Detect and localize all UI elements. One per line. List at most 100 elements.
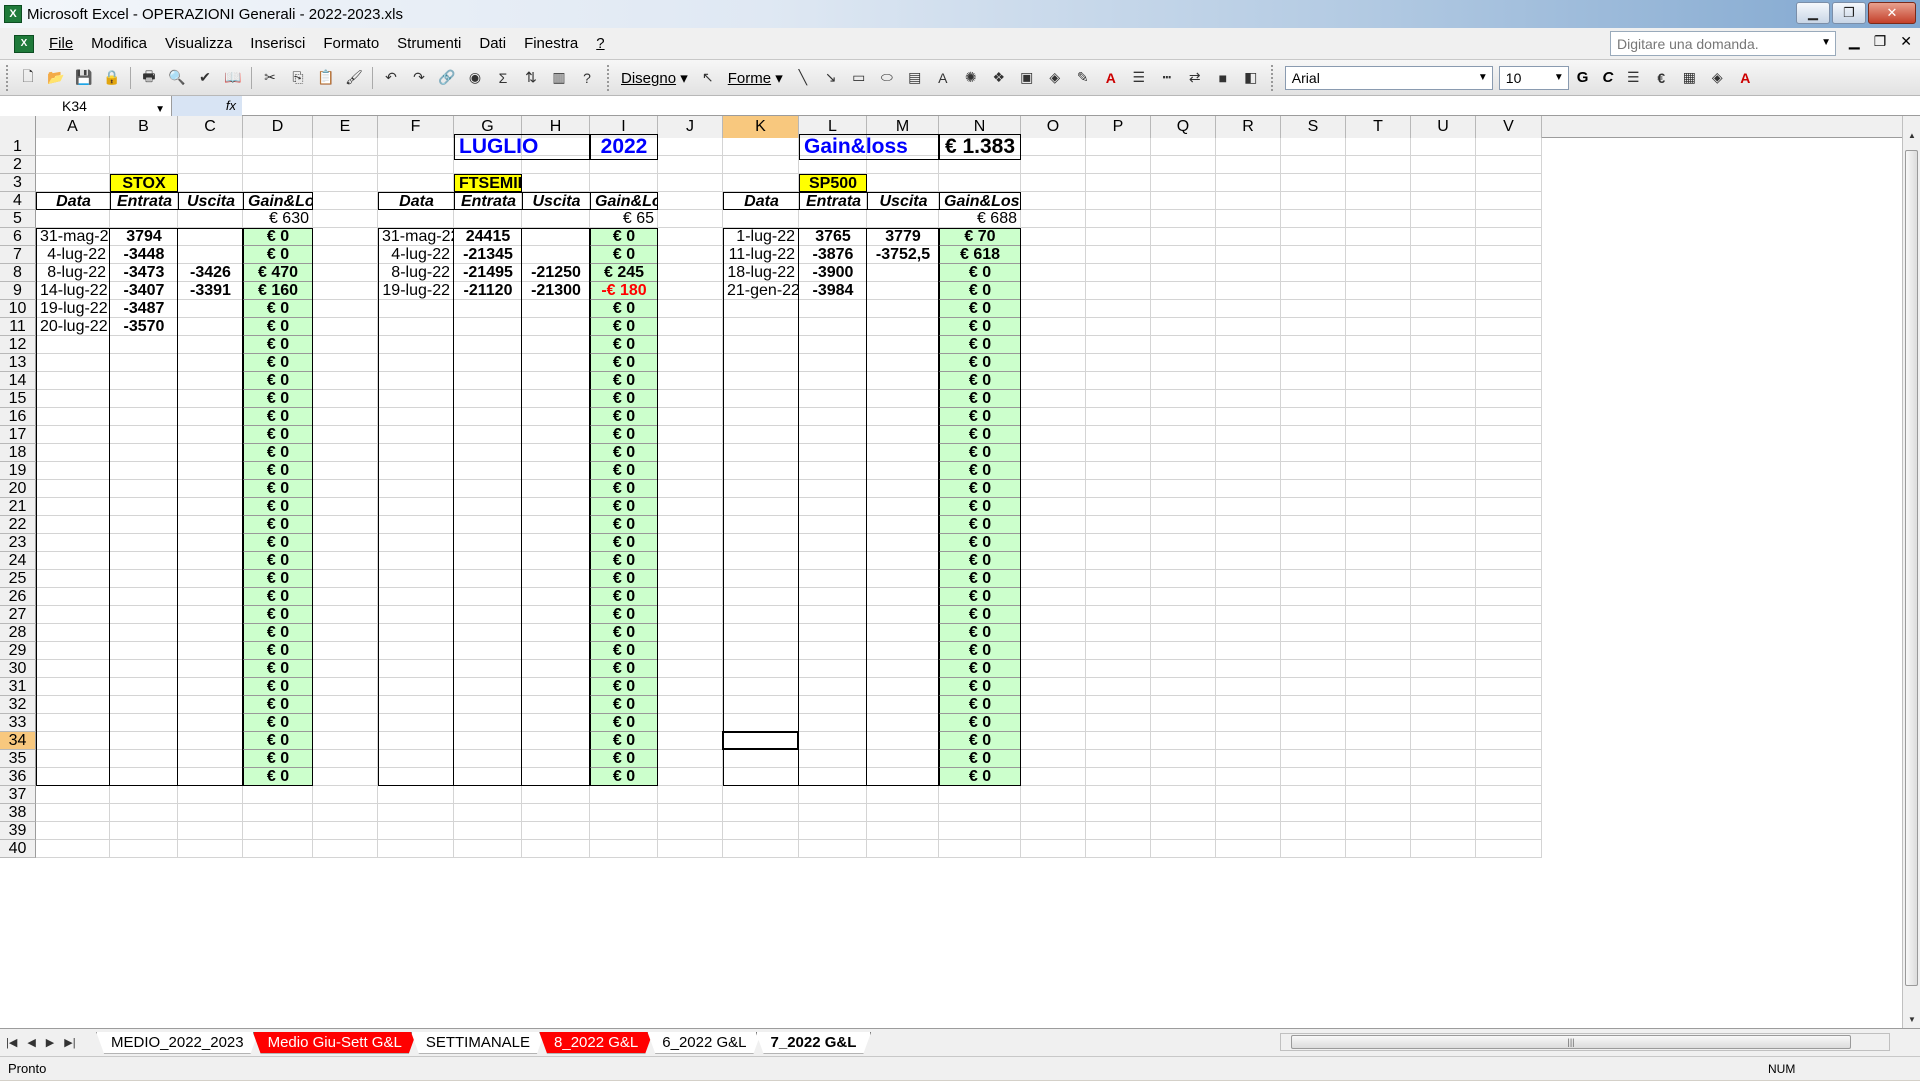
italic-button[interactable]: C bbox=[1602, 69, 1613, 86]
tab-medio-2022-2023[interactable]: MEDIO_2022_2023 bbox=[96, 1032, 259, 1054]
row-header-28[interactable]: 28 bbox=[0, 624, 36, 642]
line-style-icon[interactable]: ☰ bbox=[1128, 67, 1150, 89]
permission-icon[interactable]: 🔒 bbox=[101, 67, 123, 89]
doc-restore-button[interactable]: ❐ bbox=[1874, 33, 1887, 50]
picture-icon[interactable]: ▣ bbox=[1016, 67, 1038, 89]
toolbar-grip[interactable] bbox=[607, 64, 612, 91]
row-header-23[interactable]: 23 bbox=[0, 534, 36, 552]
select-all-corner[interactable] bbox=[0, 116, 36, 138]
bold-button[interactable]: G bbox=[1577, 69, 1589, 86]
row-header-34[interactable]: 34 bbox=[0, 732, 36, 750]
diagram-icon[interactable]: ✺ bbox=[960, 67, 982, 89]
arrow-icon[interactable]: ↘ bbox=[820, 67, 842, 89]
globe-icon[interactable]: ◉ bbox=[464, 67, 486, 89]
tab-8-2022-g-l[interactable]: 8_2022 G&L bbox=[539, 1032, 653, 1054]
vertical-scroll-thumb[interactable] bbox=[1905, 150, 1918, 986]
fill-bucket-icon[interactable]: ◈ bbox=[1706, 67, 1728, 89]
help-search-input[interactable]: Digitare una domanda. ▼ bbox=[1610, 31, 1836, 56]
research-icon[interactable]: 📖 bbox=[222, 67, 244, 89]
row-header-12[interactable]: 12 bbox=[0, 336, 36, 354]
scroll-down-icon[interactable]: ▼ bbox=[1903, 1012, 1920, 1028]
column-header-k[interactable]: K bbox=[723, 116, 799, 138]
autosum-icon[interactable]: Σ bbox=[492, 67, 514, 89]
row-header-24[interactable]: 24 bbox=[0, 552, 36, 570]
column-header-t[interactable]: T bbox=[1346, 116, 1411, 138]
chevron-down-icon[interactable]: ▼ bbox=[1821, 37, 1831, 48]
hyperlink-icon[interactable]: 🔗 bbox=[436, 67, 458, 89]
spreadsheet-grid[interactable]: ABCDEFGHIJKLMNOPQRSTUV 1 2 3 4 5 6 7 8 9 10 11 12 13… bbox=[0, 116, 1920, 1028]
row-header-10[interactable]: 10 bbox=[0, 300, 36, 318]
menu-finestra[interactable]: Finestra bbox=[515, 35, 587, 52]
euro-button[interactable]: € bbox=[1650, 67, 1672, 89]
format-painter-icon[interactable]: 🖌 bbox=[343, 67, 365, 89]
tab-medio-giu-sett-g-l[interactable]: Medio Giu-Sett G&L bbox=[253, 1032, 417, 1054]
new-icon[interactable]: 🗋 bbox=[17, 67, 39, 89]
copy-icon[interactable]: ⎘ bbox=[287, 67, 309, 89]
name-box[interactable]: K34 ▼ bbox=[0, 95, 172, 116]
row-header-8[interactable]: 8 bbox=[0, 264, 36, 282]
row-header-9[interactable]: 9 bbox=[0, 282, 36, 300]
row-header-1[interactable]: 1 bbox=[0, 138, 36, 156]
print-icon[interactable]: 🖶 bbox=[138, 67, 160, 89]
row-header-37[interactable]: 37 bbox=[0, 786, 36, 804]
maximize-button[interactable]: ❐ bbox=[1832, 2, 1866, 24]
row-header-14[interactable]: 14 bbox=[0, 372, 36, 390]
row-header-13[interactable]: 13 bbox=[0, 354, 36, 372]
close-button[interactable]: ✕ bbox=[1868, 2, 1916, 24]
menu-visualizza[interactable]: Visualizza bbox=[156, 35, 241, 52]
row-header-15[interactable]: 15 bbox=[0, 390, 36, 408]
row-header-25[interactable]: 25 bbox=[0, 570, 36, 588]
scroll-up-icon[interactable]: ▲ bbox=[1903, 128, 1920, 144]
disegno-menu[interactable]: Disegno ▾ bbox=[621, 69, 688, 87]
horizontal-scrollbar[interactable]: ||| bbox=[1280, 1033, 1890, 1051]
toolbar-grip[interactable] bbox=[1270, 64, 1276, 91]
spelling-icon[interactable]: ✔ bbox=[194, 67, 216, 89]
row-header-2[interactable]: 2 bbox=[0, 156, 36, 174]
font-name-select[interactable]: Arial ▼ bbox=[1284, 65, 1493, 90]
oval-icon[interactable]: ⬭ bbox=[876, 67, 898, 89]
row-header-17[interactable]: 17 bbox=[0, 426, 36, 444]
menu-formato[interactable]: Formato bbox=[314, 35, 388, 52]
cut-icon[interactable]: ✂ bbox=[259, 67, 281, 89]
wordart-icon[interactable]: A bbox=[932, 67, 954, 89]
row-header-3[interactable]: 3 bbox=[0, 174, 36, 192]
row-header-4[interactable]: 4 bbox=[0, 192, 36, 210]
row-header-39[interactable]: 39 bbox=[0, 822, 36, 840]
menu-strumenti[interactable]: Strumenti bbox=[388, 35, 470, 52]
rectangle-icon[interactable]: ▭ bbox=[848, 67, 870, 89]
column-header-s[interactable]: S bbox=[1281, 116, 1346, 138]
fx-icon[interactable]: fx bbox=[172, 95, 242, 116]
row-header-35[interactable]: 35 bbox=[0, 750, 36, 768]
line-color-icon[interactable]: ✎ bbox=[1072, 67, 1094, 89]
toolbar-grip[interactable] bbox=[6, 64, 11, 91]
next-sheet-icon[interactable]: ▶ bbox=[46, 1036, 54, 1049]
column-header-u[interactable]: U bbox=[1411, 116, 1476, 138]
row-header-11[interactable]: 11 bbox=[0, 318, 36, 336]
row-header-7[interactable]: 7 bbox=[0, 246, 36, 264]
chevron-down-icon[interactable]: ▼ bbox=[1478, 72, 1488, 83]
chart-wizard-icon[interactable]: ▥ bbox=[548, 67, 570, 89]
row-header-31[interactable]: 31 bbox=[0, 678, 36, 696]
textbox-icon[interactable]: ▤ bbox=[904, 67, 926, 89]
open-icon[interactable]: 📂 bbox=[45, 67, 67, 89]
font-color-icon[interactable]: A bbox=[1100, 67, 1122, 89]
excel-icon[interactable]: X bbox=[4, 5, 22, 23]
column-header-f[interactable]: F bbox=[378, 116, 454, 138]
save-icon[interactable]: 💾 bbox=[73, 67, 95, 89]
undo-icon[interactable]: ↶ bbox=[380, 67, 402, 89]
font-size-select[interactable]: 10 ▼ bbox=[1498, 65, 1569, 90]
doc-close-button[interactable]: ✕ bbox=[1900, 33, 1912, 50]
help-icon[interactable]: ? bbox=[576, 67, 598, 89]
select-pointer-icon[interactable]: ↖ bbox=[697, 67, 719, 89]
row-header-36[interactable]: 36 bbox=[0, 768, 36, 786]
shadow-icon[interactable]: ■ bbox=[1212, 67, 1234, 89]
horizontal-scroll-thumb[interactable]: ||| bbox=[1291, 1035, 1851, 1049]
row-header-38[interactable]: 38 bbox=[0, 804, 36, 822]
workbook-icon[interactable]: X bbox=[14, 34, 34, 53]
dash-style-icon[interactable]: ┅ bbox=[1156, 67, 1178, 89]
menu-file[interactable]: File bbox=[40, 35, 82, 52]
tab-settimanale[interactable]: SETTIMANALE bbox=[411, 1032, 545, 1054]
row-header-6[interactable]: 6 bbox=[0, 228, 36, 246]
last-sheet-icon[interactable]: ▶| bbox=[64, 1036, 75, 1049]
tab-7-2022-g-l[interactable]: 7_2022 G&L bbox=[756, 1032, 872, 1054]
